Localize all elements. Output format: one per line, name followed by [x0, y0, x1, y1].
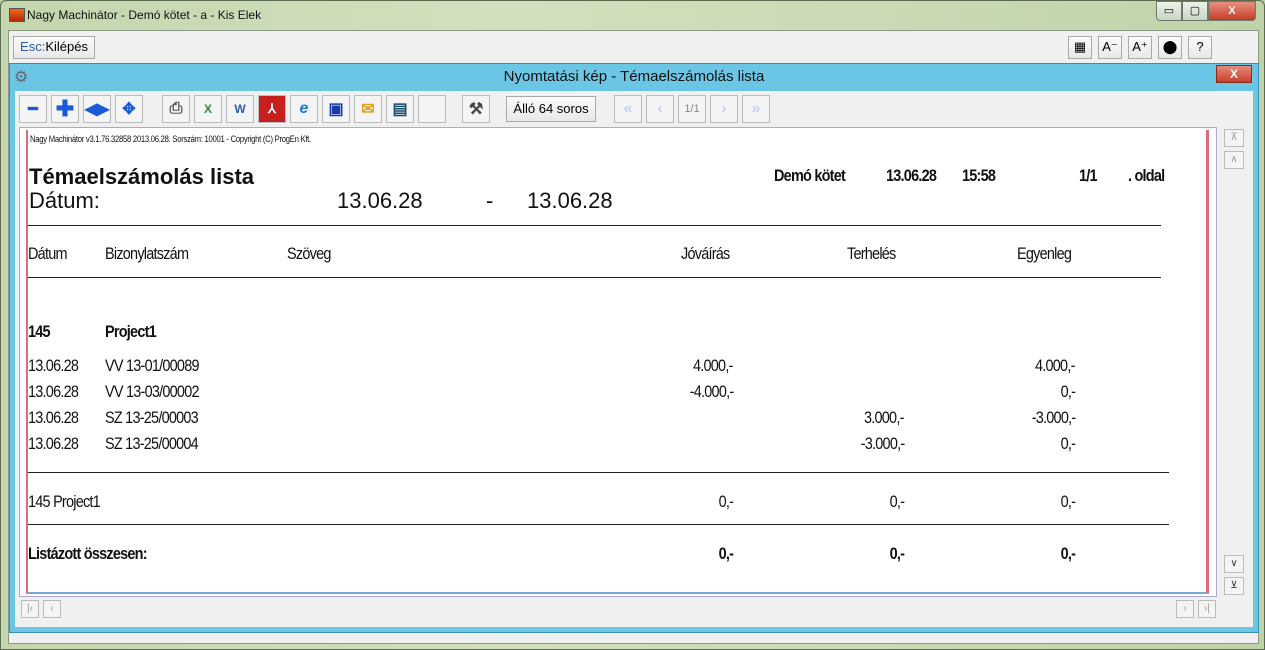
- col-balance: Egyenleg: [1017, 244, 1072, 263]
- row-date: 13.06.28: [28, 382, 79, 401]
- row-document: SZ 13-25/00004: [105, 434, 199, 453]
- dialog-body: ━ ✚ ◀▶ ✥ ⎙ X W ⅄ e ▣ ✉ ▤ ⚒ Álló 64 soros…: [15, 91, 1253, 627]
- subtotal-balance: 0,-: [1060, 492, 1075, 511]
- monitor-icon[interactable]: ▣: [322, 95, 350, 123]
- print-time: 15:58: [962, 166, 996, 185]
- group-name: Project1: [105, 322, 157, 341]
- row-debit: -3.000,-: [860, 434, 904, 453]
- first-page-icon[interactable]: «: [614, 95, 642, 123]
- row-document: SZ 13-25/00003: [105, 408, 199, 427]
- email-icon[interactable]: ✉: [354, 95, 382, 123]
- subtotal-label: 145 Project1: [28, 492, 101, 511]
- report-header-line: Nagy Machinátor v3.1.76.32858 2013.06.28…: [30, 134, 311, 144]
- subtotal-credit: 0,-: [718, 492, 733, 511]
- scroll-left-button[interactable]: ‹: [43, 600, 61, 618]
- row-credit: -4.000,-: [689, 382, 733, 401]
- row-date: 13.06.28: [28, 356, 79, 375]
- scroll-top-button[interactable]: ⊼: [1224, 129, 1244, 147]
- date-to: 13.06.28: [527, 188, 613, 213]
- zoom-out-icon[interactable]: ━: [19, 95, 47, 123]
- last-page-icon[interactable]: »: [742, 95, 770, 123]
- print-preview-dialog: ⚙ Nyomtatási kép - Témaelszámolás lista …: [9, 63, 1259, 633]
- dialog-title: Nyomtatási kép - Témaelszámolás lista: [503, 68, 765, 85]
- word-icon[interactable]: W: [226, 95, 254, 123]
- fit-width-icon[interactable]: ◀▶: [83, 95, 111, 123]
- scroll-leftmost-button[interactable]: |‹: [21, 600, 39, 618]
- row-balance: 0,-: [1060, 434, 1075, 453]
- page-suffix: . oldal: [1128, 166, 1165, 185]
- help-button[interactable]: ?: [1188, 36, 1212, 59]
- support-button[interactable]: ⬤: [1158, 36, 1182, 59]
- font-decrease-button[interactable]: A⁻: [1098, 36, 1122, 59]
- preview-area: Nagy Machinátor v3.1.76.32858 2013.06.28…: [19, 127, 1217, 597]
- scroll-rightmost-button[interactable]: ›|: [1198, 600, 1216, 618]
- report-title: Témaelszámolás lista: [29, 164, 255, 189]
- font-increase-button[interactable]: A⁺: [1128, 36, 1152, 59]
- row-balance: -3.000,-: [1031, 408, 1075, 427]
- report-page: Nagy Machinátor v3.1.76.32858 2013.06.28…: [26, 130, 1209, 594]
- total-label: Listázott összesen:: [28, 544, 148, 563]
- next-page-icon[interactable]: ›: [710, 95, 738, 123]
- archive-icon[interactable]: ▤: [386, 95, 414, 123]
- window-title: Nagy Machinátor - Demó kötet - a - Kis E…: [27, 8, 262, 22]
- prev-page-icon[interactable]: ‹: [646, 95, 674, 123]
- page-number: 1/1: [1079, 166, 1098, 185]
- app-logo-icon: [9, 8, 25, 22]
- subtotal-debit: 0,-: [889, 492, 904, 511]
- exit-button[interactable]: Esc:Kilépés: [13, 36, 95, 59]
- row-date: 13.06.28: [28, 408, 79, 427]
- maximize-button[interactable]: ▢: [1182, 1, 1208, 21]
- date-from: 13.06.28: [337, 188, 423, 213]
- date-label: Dátum:: [29, 188, 100, 213]
- orientation-button[interactable]: Álló 64 soros: [506, 96, 596, 122]
- row-document: VV 13-03/00002: [105, 382, 200, 401]
- col-debit: Terhelés: [847, 244, 896, 263]
- row-balance: 4.000,-: [1035, 356, 1075, 375]
- print-date: 13.06.28: [886, 166, 937, 185]
- exit-label: Kilépés: [45, 39, 88, 54]
- total-debit: 0,-: [889, 544, 904, 563]
- esc-key-label: Esc:: [20, 39, 46, 54]
- row-debit: 3.000,-: [864, 408, 904, 427]
- fit-page-icon[interactable]: ✥: [115, 95, 143, 123]
- scroll-bottom-button[interactable]: ⊻: [1224, 577, 1244, 595]
- scroll-up-button[interactable]: ∧: [1224, 151, 1244, 169]
- row-credit: 4.000,-: [693, 356, 733, 375]
- row-document: VV 13-01/00089: [105, 356, 200, 375]
- col-credit: Jóváírás: [681, 244, 730, 263]
- app-window: Nagy Machinátor - Demó kötet - a - Kis E…: [0, 0, 1265, 650]
- volume-name: Demó kötet: [774, 166, 846, 185]
- page-indicator: 1/1: [678, 95, 706, 123]
- scroll-right-button[interactable]: ›: [1176, 600, 1194, 618]
- browser-icon[interactable]: e: [290, 95, 318, 123]
- col-document: Bizonylatszám: [105, 244, 189, 263]
- row-balance: 0,-: [1060, 382, 1075, 401]
- date-separator: -: [486, 188, 494, 213]
- minimize-button[interactable]: ▭: [1156, 1, 1182, 21]
- group-code: 145: [28, 322, 51, 341]
- total-credit: 0,-: [718, 544, 733, 563]
- layout-button[interactable]: ▦: [1068, 36, 1092, 59]
- col-text: Szöveg: [287, 244, 331, 263]
- excel-icon[interactable]: X: [194, 95, 222, 123]
- row-date: 13.06.28: [28, 434, 79, 453]
- dialog-close-button[interactable]: X: [1216, 65, 1252, 83]
- pdf-icon[interactable]: ⅄: [258, 95, 286, 123]
- scroll-down-button[interactable]: ∨: [1224, 555, 1244, 573]
- zoom-in-icon[interactable]: ✚: [51, 95, 79, 123]
- total-balance: 0,-: [1060, 544, 1075, 563]
- tools-icon[interactable]: ⚒: [462, 95, 490, 123]
- empty-button[interactable]: [418, 95, 446, 123]
- col-date: Dátum: [28, 244, 67, 263]
- printer-icon[interactable]: ⎙: [162, 95, 190, 123]
- window-close-button[interactable]: X: [1208, 1, 1256, 21]
